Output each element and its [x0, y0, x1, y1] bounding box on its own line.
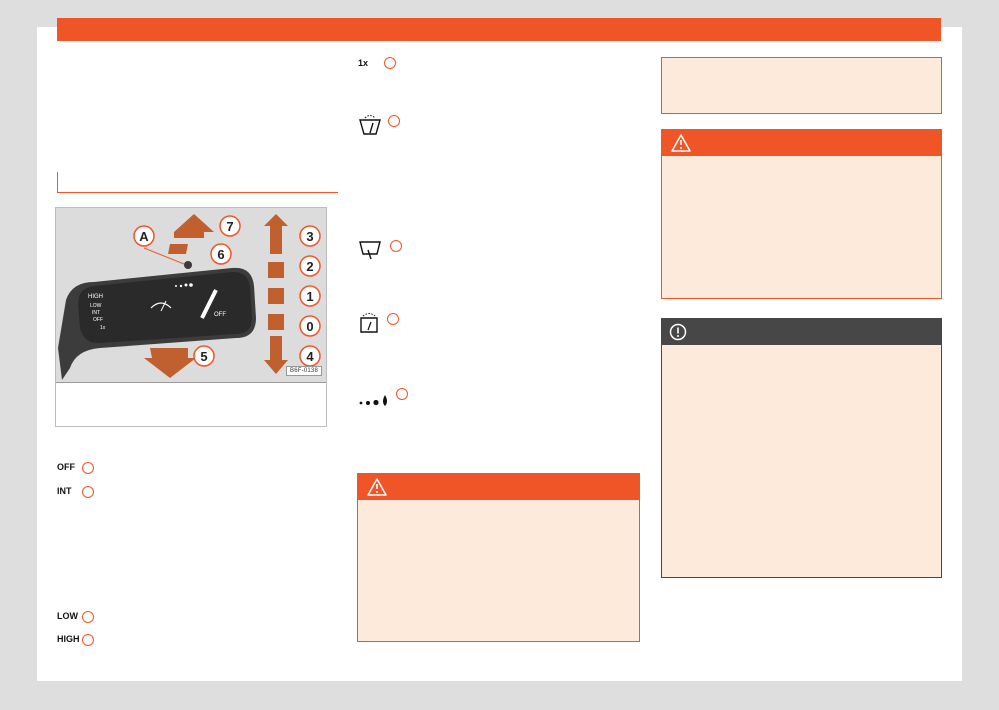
windscreen-wiper-icon	[359, 241, 381, 260]
button-a	[184, 261, 192, 269]
symbol-1x: 1x	[358, 58, 369, 68]
warning-box-right	[661, 129, 942, 299]
callout-4: 4	[306, 349, 314, 364]
callout-6: 6	[217, 247, 224, 262]
step-0	[268, 314, 284, 330]
warning-triangle-icon	[671, 134, 691, 152]
note-box-right	[661, 57, 942, 114]
symbol-low: LOW	[57, 611, 78, 621]
ref-circle-rear-washer	[387, 313, 399, 325]
section-heading-rule	[57, 172, 338, 193]
ref-circle-int	[82, 486, 94, 498]
exclamation-circle-icon	[669, 323, 687, 341]
wiper-lever-illustration: HIGH LOW INT OFF 1x OFF A 7 6 3 2 1 0 5 …	[56, 208, 326, 382]
callout-a: A	[139, 229, 149, 244]
warning-header	[358, 474, 639, 500]
symbol-high: HIGH	[57, 634, 80, 644]
symbol-off: OFF	[57, 462, 75, 472]
symbol-int: INT	[57, 486, 72, 496]
lever-label-high: HIGH	[88, 294, 103, 300]
callout-7: 7	[226, 219, 233, 234]
header-bar	[57, 18, 941, 41]
arrow-6	[168, 244, 188, 254]
ref-circle-off	[82, 462, 94, 474]
lever-label-1x: 1x	[100, 325, 106, 331]
ref-circle-washer	[388, 115, 400, 127]
step-2	[268, 262, 284, 278]
warning-triangle-icon	[367, 478, 387, 496]
step-1	[268, 288, 284, 304]
callout-3: 3	[306, 229, 313, 244]
lever-label-off-ring: OFF	[214, 312, 226, 318]
figure-code: B6F-0138	[286, 366, 322, 376]
wiper-lever-figure: HIGH LOW INT OFF 1x OFF A 7 6 3 2 1 0 5 …	[55, 207, 327, 427]
caution-box-right	[661, 318, 942, 578]
lever-label-off: OFF	[93, 317, 103, 323]
warning-header	[662, 130, 941, 156]
ref-circle-rain-sensor	[396, 388, 408, 400]
ref-circle-low	[82, 611, 94, 623]
callout-0: 0	[306, 319, 313, 334]
rain-sensor-icon	[359, 395, 387, 406]
lever-label-low: LOW	[90, 303, 102, 309]
caution-header	[662, 319, 941, 345]
lever-label-int: INT	[92, 310, 100, 316]
callout-1: 1	[306, 289, 313, 304]
warning-box-middle	[357, 473, 640, 642]
ref-circle-1x	[384, 57, 396, 69]
callout-5: 5	[200, 349, 207, 364]
ref-circle-high	[82, 634, 94, 646]
figure-image: HIGH LOW INT OFF 1x OFF A 7 6 3 2 1 0 5 …	[56, 208, 326, 383]
rear-washer-icon	[360, 313, 378, 333]
ref-circle-wiper	[390, 240, 402, 252]
callout-2: 2	[306, 259, 313, 274]
windscreen-washer-icon	[359, 115, 381, 135]
